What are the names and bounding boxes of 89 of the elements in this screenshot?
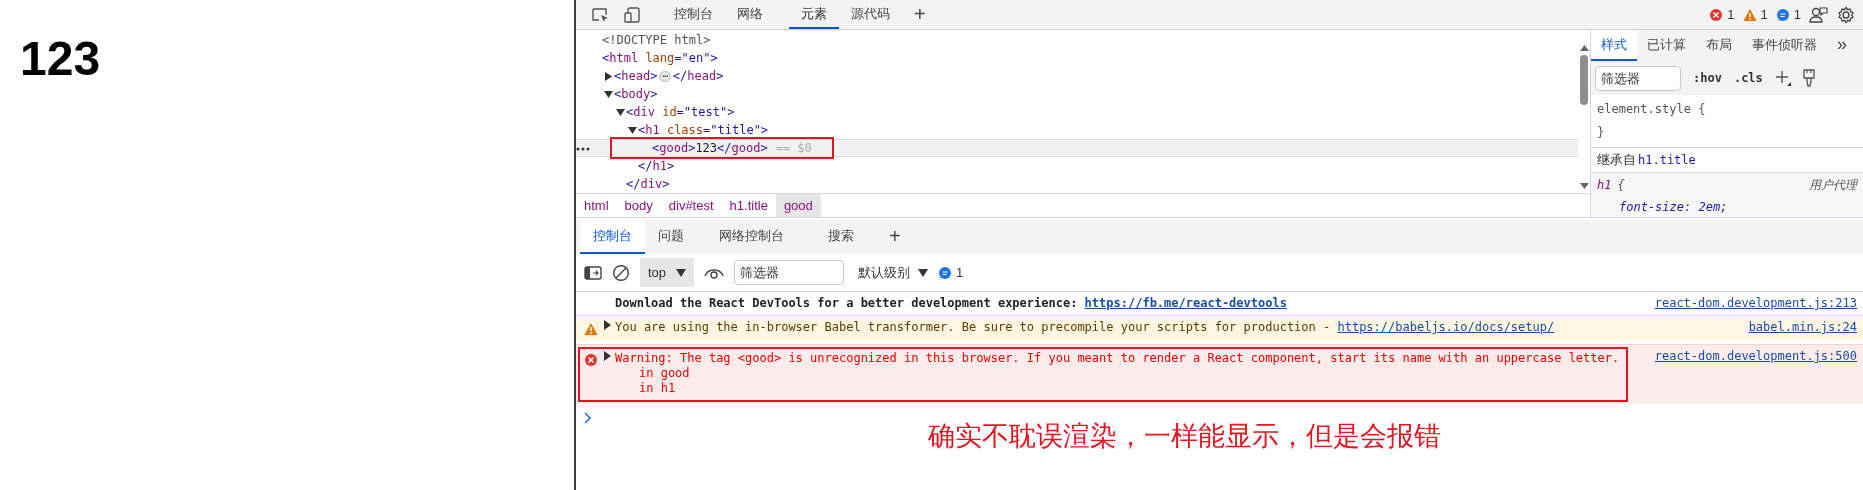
error-icon [1709,7,1724,22]
filter-field[interactable]: 筛选器 [734,260,845,285]
levels-dropdown[interactable]: 默认级别 [858,262,929,283]
page-heading: 123 [20,31,102,87]
message-icon [1775,7,1790,22]
styles-tab[interactable]: 样式 [1591,30,1637,62]
dom-node[interactable]: <body> [614,85,658,103]
style-rule: } [1597,124,1606,141]
drawer-tab[interactable]: 问题 [645,220,697,254]
toggle-button[interactable]: .cls [1733,69,1763,87]
expand-arrow-icon[interactable] [603,90,613,98]
filter-field[interactable]: 筛选器 [1595,65,1681,91]
breadcrumb-item[interactable]: h1.title [721,194,776,217]
inspect-icon[interactable] [591,5,609,24]
dom-node[interactable]: <good>123</good> [652,139,768,157]
device-icon[interactable] [623,5,641,24]
closing-tag: </h1> [638,157,675,175]
panel-tab[interactable]: 控制台 [662,0,725,29]
doctype-text: <!DOCTYPE html> [602,32,711,49]
styles-tab[interactable]: 事件侦听器 [1742,30,1827,62]
breadcrumb-item[interactable]: div#test [660,194,722,217]
panel-tab[interactable]: 网络 [725,0,775,29]
settings-icon[interactable] [1837,5,1855,24]
ellipsis-button[interactable]: ⋯ [659,70,671,82]
dom-node[interactable]: <html lang="en"> [602,49,718,67]
issue-count: 1 [1760,5,1768,24]
caret-icon [918,268,929,277]
more-icon[interactable] [576,147,590,151]
message-count: 1 [956,263,964,282]
expand-arrow-icon[interactable] [615,108,625,116]
more-tabs-button[interactable]: » [1827,30,1857,62]
issue-count: 1 [1793,5,1801,24]
selector-link[interactable]: h1.title [1638,153,1696,167]
console-message: You are using the in-browser Babel transformer. Be sure to precompile your scripts for production - https://babeljs.io/docs/setup/ [615,320,1555,335]
add-tab-button[interactable]: + [876,220,914,254]
expand-arrow-icon[interactable] [604,351,611,361]
drawer-tab[interactable]: 网络控制台 [697,220,806,254]
stack-line: in good [638,366,691,381]
context-dropdown[interactable]: top [640,257,695,288]
dom-node[interactable]: <h1 class="title"> [638,121,769,139]
breadcrumb-item[interactable]: good [775,194,821,217]
stack-line: in h1 [638,381,677,396]
warning-icon [1742,7,1757,22]
message-icon [938,265,953,280]
add-tab-button[interactable]: + [902,0,938,29]
drawer-tab[interactable]: 搜索 [806,220,876,254]
scroll-up-icon[interactable] [1579,45,1589,51]
new-rule-icon[interactable] [1774,70,1791,86]
warning-icon [584,321,598,336]
toggle-button[interactable]: :hov [1693,69,1722,87]
closing-tag: </head> [672,67,724,85]
source-link[interactable]: react-dom.development.js:500 [1654,349,1857,364]
dom-node[interactable]: <div id="test"> [626,103,735,121]
breadcrumb-item[interactable]: html [576,194,617,217]
console-message: Warning: The tag <good> is unrecognized in this browser. If you meant to render a React component, start its name with an uppercase letter. [615,351,1620,366]
prompt-icon [584,412,592,424]
styles-tab[interactable]: 布局 [1696,30,1742,62]
annotation-text: 确实不耽误渲染，一样能显示，但是会报错 [928,419,1442,453]
caret-icon [676,268,687,277]
brush-icon[interactable] [1802,69,1815,87]
source-link[interactable]: babel.min.js:24 [1748,320,1857,335]
node-marker: == $0 [775,140,812,157]
console-message: Download the React DevTools for a better development experience: https://fb.me/react-devtools [615,296,1287,311]
inherited-label: 继承自 [1597,152,1636,167]
dom-node[interactable]: <head> [614,67,658,85]
rule-origin: 用户代理 [1809,177,1857,194]
rule-selector: h1 [1597,177,1612,194]
collapse-arrow-icon[interactable] [604,71,612,81]
sidebar-icon[interactable] [584,264,602,281]
people-icon[interactable] [1809,5,1829,24]
style-rule: element.style { [1597,101,1707,118]
issue-count: 1 [1727,5,1735,24]
rule-brace: { [1617,177,1625,194]
scroll-down-icon[interactable] [1579,183,1589,189]
panel-tab[interactable]: 源代码 [839,0,902,29]
clear-icon[interactable] [612,263,630,282]
style-declaration: font-size: 2em; [1591,197,1863,217]
source-link[interactable]: react-dom.development.js:213 [1654,296,1857,311]
closing-tag: </div> [626,175,670,193]
message-link[interactable]: https://fb.me/react-devtools [1084,296,1287,310]
expand-arrow-icon[interactable] [627,126,637,134]
message-link[interactable]: https://babeljs.io/docs/setup/ [1337,320,1555,334]
error-icon [584,352,598,367]
breadcrumb-item[interactable]: body [616,194,661,217]
drawer-tab[interactable]: 控制台 [580,220,645,254]
styles-tab[interactable]: 已计算 [1637,30,1696,62]
scrollbar-thumb[interactable] [1580,55,1588,105]
panel-tab[interactable]: 元素 [789,0,839,29]
expand-arrow-icon[interactable] [604,320,611,330]
